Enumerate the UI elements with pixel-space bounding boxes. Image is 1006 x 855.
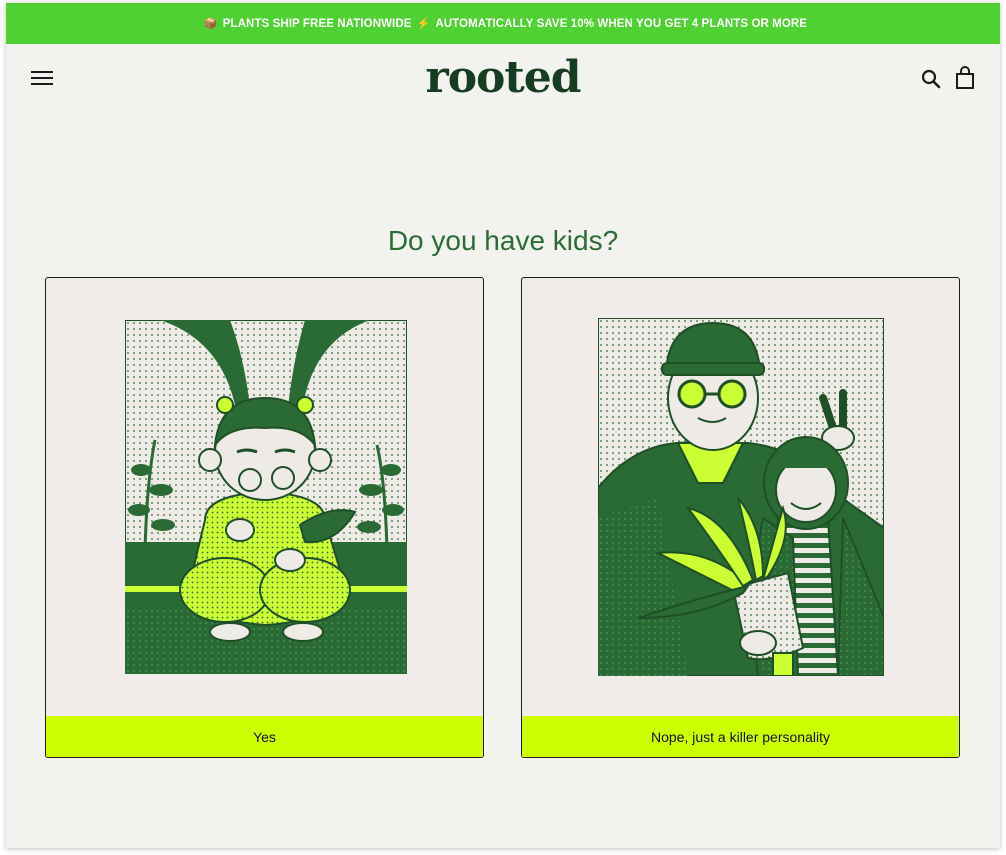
shopping-bag-icon[interactable] xyxy=(954,66,976,90)
man-and-girl-with-plant-illustration xyxy=(598,318,884,676)
announcement-bar: 📦 PLANTS SHIP FREE NATIONWIDE ⚡ AUTOMATI… xyxy=(6,3,1000,44)
option-label-no-kids[interactable]: Nope, just a killer personality xyxy=(522,716,959,757)
option-card-yes[interactable]: Yes xyxy=(45,277,484,758)
girl-with-plants-illustration xyxy=(125,320,407,674)
search-icon[interactable] xyxy=(920,68,942,90)
site-logo[interactable]: rooted xyxy=(6,52,1000,103)
lightning-icon: ⚡ xyxy=(416,18,431,30)
option-card-no-kids[interactable]: Nope, just a killer personality xyxy=(521,277,960,758)
page-frame: 📦 PLANTS SHIP FREE NATIONWIDE ⚡ AUTOMATI… xyxy=(6,3,1000,848)
site-header: rooted xyxy=(6,44,1000,114)
quiz-question: Do you have kids? xyxy=(387,224,619,256)
announcement-text-discount: AUTOMATICALLY SAVE 10% WHEN YOU GET 4 PL… xyxy=(435,17,808,30)
option-label-yes[interactable]: Yes xyxy=(46,716,483,757)
announcement-text-free-shipping: PLANTS SHIP FREE NATIONWIDE xyxy=(222,17,412,30)
package-icon: 📦 xyxy=(203,18,218,30)
